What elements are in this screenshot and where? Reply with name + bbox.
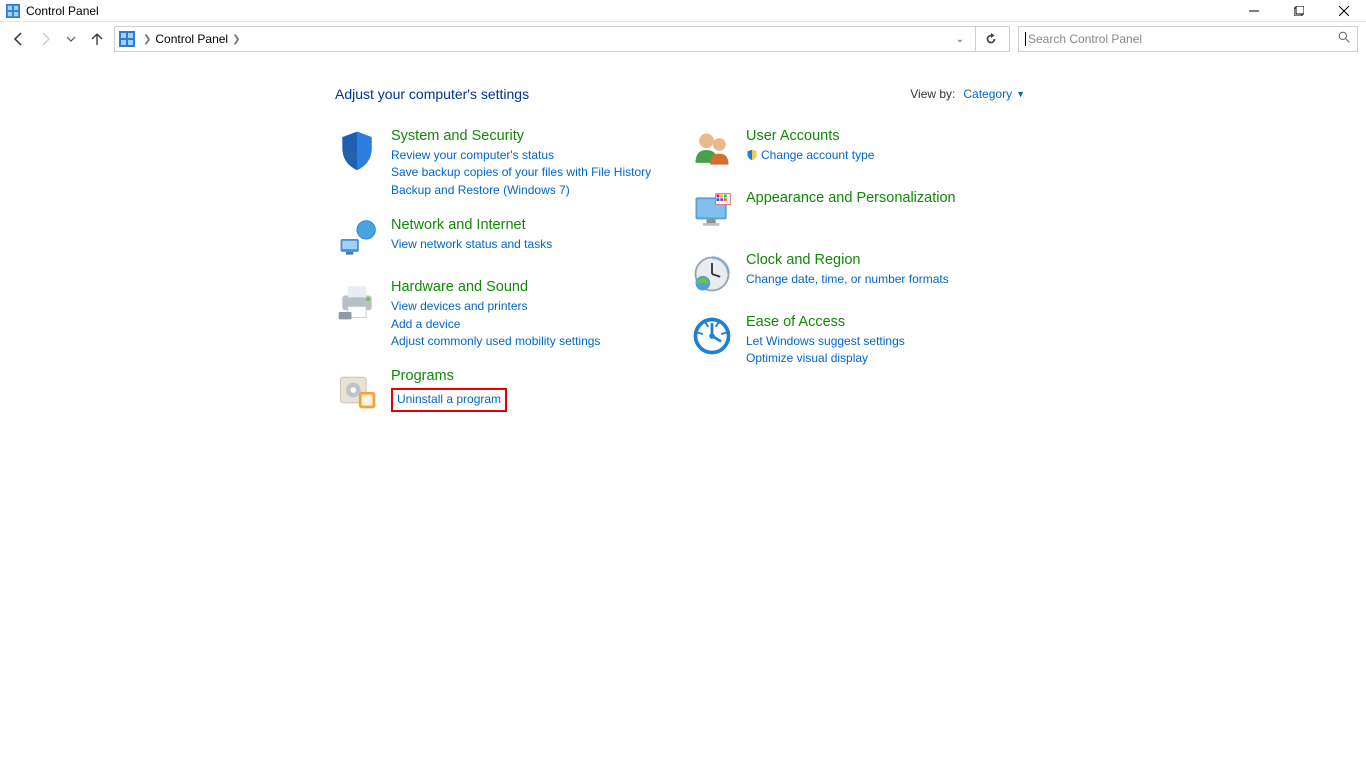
minimize-button[interactable] — [1231, 0, 1276, 22]
maximize-button[interactable] — [1276, 0, 1321, 22]
recent-locations-button[interactable] — [60, 28, 82, 50]
category-block: User Accounts Change account type — [690, 128, 1025, 172]
control-panel-icon — [6, 4, 20, 18]
view-by-selector[interactable]: View by: Category ▼ — [910, 87, 1025, 101]
category-title[interactable]: Hardware and Sound — [391, 279, 600, 295]
category-title[interactable]: Clock and Region — [746, 252, 949, 268]
category-block: Ease of Access Let Windows suggest settin… — [690, 314, 1025, 368]
category-block: Appearance and Personalization — [690, 190, 1025, 234]
category-block: Network and Internet View network status … — [335, 217, 670, 261]
category-block: Hardware and Sound View devices and print… — [335, 279, 670, 350]
category-link[interactable]: Let Windows suggest settings — [746, 333, 905, 350]
search-box[interactable] — [1018, 26, 1358, 52]
category-column-right: User Accounts Change account type Appearan… — [690, 128, 1025, 430]
back-button[interactable] — [8, 28, 30, 50]
page-title: Adjust your computer's settings — [335, 86, 529, 102]
ease-icon — [690, 314, 734, 358]
category-link[interactable]: Optimize visual display — [746, 350, 905, 367]
refresh-button[interactable] — [975, 27, 1005, 51]
address-bar[interactable]: ❯ Control Panel ❯ ⌄ — [114, 26, 1010, 52]
address-bar-row: ❯ Control Panel ❯ ⌄ — [0, 22, 1366, 56]
category-title[interactable]: User Accounts — [746, 128, 874, 144]
window-title: Control Panel — [26, 4, 99, 18]
close-button[interactable] — [1321, 0, 1366, 22]
chevron-down-icon[interactable]: ▼ — [1016, 89, 1025, 99]
view-by-label: View by: — [910, 87, 955, 101]
appearance-icon — [690, 190, 734, 234]
address-dropdown-button[interactable]: ⌄ — [949, 34, 971, 45]
text-cursor — [1025, 32, 1026, 46]
up-button[interactable] — [86, 28, 108, 50]
category-link[interactable]: View network status and tasks — [391, 236, 552, 253]
category-link[interactable]: Add a device — [391, 316, 600, 333]
category-title[interactable]: Programs — [391, 368, 507, 384]
category-block: System and Security Review your computer'… — [335, 128, 670, 199]
category-column-left: System and Security Review your computer'… — [335, 128, 670, 430]
category-title[interactable]: Ease of Access — [746, 314, 905, 330]
programs-icon — [335, 368, 379, 412]
category-title[interactable]: System and Security — [391, 128, 651, 144]
breadcrumb-separator[interactable]: ❯ — [232, 34, 240, 45]
breadcrumb-separator[interactable]: ❯ — [143, 34, 151, 45]
users-icon — [690, 128, 734, 172]
search-input[interactable] — [1028, 32, 1338, 46]
category-link[interactable]: Adjust commonly used mobility settings — [391, 333, 600, 350]
title-bar: Control Panel — [0, 0, 1366, 22]
search-icon[interactable] — [1338, 31, 1351, 47]
clock-icon — [690, 252, 734, 296]
forward-button[interactable] — [34, 28, 56, 50]
view-by-value[interactable]: Category — [963, 87, 1012, 101]
printer-icon — [335, 279, 379, 323]
uac-shield-icon — [746, 149, 758, 161]
category-link[interactable]: Change date, time, or number formats — [746, 271, 949, 288]
category-block: Programs Uninstall a program — [335, 368, 670, 412]
category-block: Clock and Region Change date, time, or nu… — [690, 252, 1025, 296]
category-link[interactable]: Save backup copies of your files with Fi… — [391, 164, 651, 181]
network-icon — [335, 217, 379, 261]
content-area: Adjust your computer's settings View by:… — [0, 56, 1366, 430]
category-title[interactable]: Network and Internet — [391, 217, 552, 233]
category-link[interactable]: Review your computer's status — [391, 147, 651, 164]
category-title[interactable]: Appearance and Personalization — [746, 190, 956, 206]
shield-icon — [335, 128, 379, 172]
category-link[interactable]: Uninstall a program — [391, 388, 507, 411]
category-link[interactable]: Change account type — [746, 147, 874, 164]
category-link[interactable]: Backup and Restore (Windows 7) — [391, 182, 651, 199]
breadcrumb-root[interactable]: Control Panel — [155, 32, 228, 46]
category-link[interactable]: View devices and printers — [391, 298, 600, 315]
control-panel-icon — [119, 31, 135, 47]
